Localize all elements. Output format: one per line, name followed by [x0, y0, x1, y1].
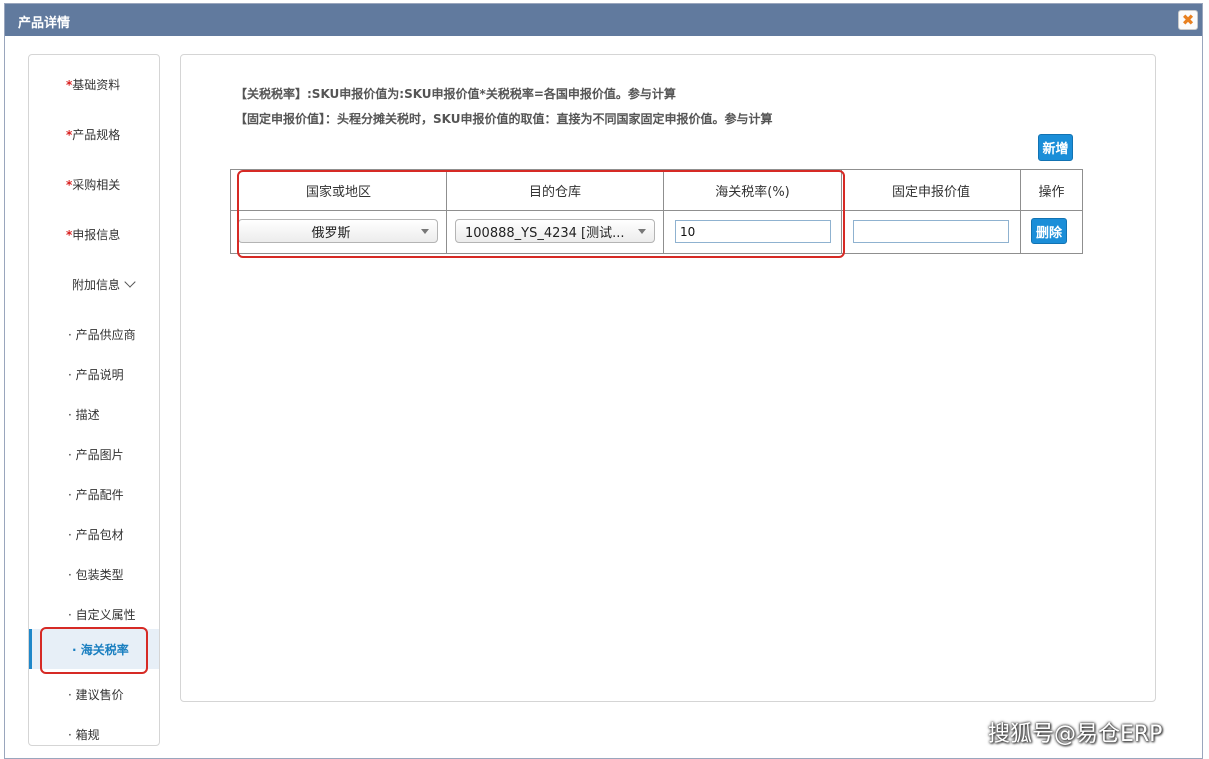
sidebar-item-description[interactable]: · 描述: [29, 396, 159, 432]
sidebar-item-label: · 产品供应商: [68, 328, 136, 342]
watermark: 搜狐号@易仓ERP: [988, 722, 1163, 747]
table-header-row: 国家或地区 目的仓库 海关税率(%) 固定申报价值 操作: [230, 169, 1083, 211]
country-select-value: 俄罗斯: [311, 225, 351, 241]
customs-tax-panel: 【关税税率】:SKU申报价值为:SKU申报价值*关税税率=各国申报价值。参与计算…: [180, 54, 1156, 702]
column-header-fixed-value: 固定申报价值: [841, 169, 1021, 211]
cell-warehouse: 100888_YS_4234 [测试...: [446, 210, 664, 254]
sidebar-item-label: · 自定义属性: [68, 608, 136, 622]
sidebar-item-declaration[interactable]: *申报信息: [29, 216, 159, 252]
sidebar-nav: *基础资料 *产品规格 *采购相关 *申报信息 附加信息 · 产品供应商 · 产…: [28, 54, 160, 746]
warehouse-select-value: 100888_YS_4234 [测试...: [465, 225, 625, 241]
close-icon: ✖: [1181, 10, 1195, 29]
sidebar-item-accessories[interactable]: · 产品配件: [29, 476, 159, 512]
sidebar-item-label: · 产品包材: [68, 528, 124, 542]
cell-action: 删除: [1020, 210, 1083, 254]
sidebar-item-label: · 产品图片: [68, 448, 124, 462]
fixed-value-note: 【固定申报价值】：头程分摊关税时，SKU申报价值的取值：直接为不同国家固定申报价…: [235, 112, 773, 126]
cell-fixed-value: [841, 210, 1021, 254]
sidebar-item-custom-attributes[interactable]: · 自定义属性: [29, 596, 159, 632]
sidebar-item-label: 产品规格: [72, 128, 121, 142]
sidebar-item-label: · 产品说明: [68, 368, 124, 382]
sidebar-item-label: · 箱规: [68, 728, 100, 742]
close-button[interactable]: ✖: [1178, 10, 1198, 30]
sidebar-item-suggested-price[interactable]: · 建议售价: [29, 676, 159, 712]
column-header-tax-rate: 海关税率(%): [663, 169, 842, 211]
sidebar-item-basic-info[interactable]: *基础资料: [29, 66, 159, 102]
sidebar-item-label: · 海关税率: [72, 643, 129, 657]
sidebar-item-supplier[interactable]: · 产品供应商: [29, 316, 159, 352]
sidebar-item-packaging-material[interactable]: · 产品包材: [29, 516, 159, 552]
sidebar-item-label: 基础资料: [72, 78, 121, 92]
warehouse-select[interactable]: 100888_YS_4234 [测试...: [455, 219, 655, 243]
tax-rate-table: 国家或地区 目的仓库 海关税率(%) 固定申报价值 操作 俄罗斯 100888_…: [230, 169, 1083, 254]
sidebar-item-images[interactable]: · 产品图片: [29, 436, 159, 472]
add-button[interactable]: 新增: [1038, 134, 1073, 161]
dropdown-arrow-icon: [638, 229, 646, 234]
sidebar-item-package-type[interactable]: · 包装类型: [29, 556, 159, 592]
column-header-action: 操作: [1020, 169, 1083, 211]
cell-country: 俄罗斯: [230, 210, 447, 254]
tax-rate-note: 【关税税率】:SKU申报价值为:SKU申报价值*关税税率=各国申报价值。参与计算: [235, 87, 676, 101]
dropdown-arrow-icon: [421, 229, 429, 234]
sidebar-item-spec[interactable]: *产品规格: [29, 116, 159, 152]
sidebar-item-purchase[interactable]: *采购相关: [29, 166, 159, 202]
sidebar-item-carton-spec[interactable]: · 箱规: [29, 716, 159, 746]
cell-tax-rate: [663, 210, 842, 254]
country-select[interactable]: 俄罗斯: [238, 219, 438, 243]
sidebar-group-label: 附加信息: [72, 278, 121, 292]
fixed-value-input[interactable]: [853, 220, 1009, 243]
sidebar-group-additional[interactable]: 附加信息: [29, 266, 159, 302]
sidebar-item-label: · 建议售价: [68, 688, 124, 702]
sidebar-item-product-description[interactable]: · 产品说明: [29, 356, 159, 392]
sidebar-item-label: · 产品配件: [68, 488, 124, 502]
column-header-warehouse: 目的仓库: [446, 169, 664, 211]
chevron-down-icon: [124, 276, 136, 288]
table-row: 俄罗斯 100888_YS_4234 [测试... 10 删除: [230, 210, 1083, 254]
sidebar-item-label: · 包装类型: [68, 568, 124, 582]
delete-button[interactable]: 删除: [1031, 218, 1067, 244]
sidebar-item-label: · 描述: [68, 408, 100, 422]
sidebar-item-label: 申报信息: [72, 228, 121, 242]
column-header-country: 国家或地区: [230, 169, 447, 211]
tax-rate-input[interactable]: [675, 220, 831, 243]
sidebar-item-customs-tax-rate[interactable]: · 海关税率: [29, 629, 159, 669]
dialog-title: 产品详情: [18, 16, 71, 31]
dialog-titlebar: 产品详情 ✖: [5, 4, 1202, 36]
sidebar-item-label: 采购相关: [72, 178, 121, 192]
